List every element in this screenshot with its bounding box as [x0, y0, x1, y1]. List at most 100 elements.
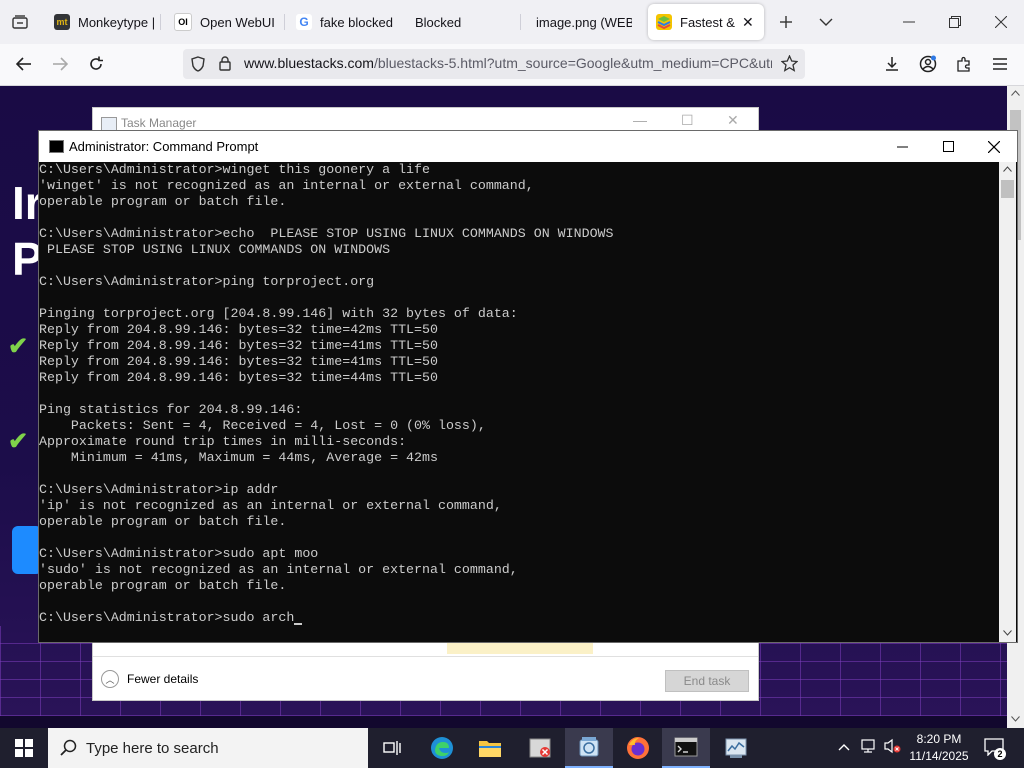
tm-minimize-icon[interactable]: — [633, 112, 647, 128]
taskbar-clock[interactable]: 8:20 PM 11/14/2025 [904, 731, 974, 765]
terminal-icon[interactable] [662, 728, 710, 768]
cmd-title-bar[interactable]: Administrator: Command Prompt [39, 131, 1017, 162]
tm-highlight-cell [447, 642, 593, 654]
start-button[interactable] [0, 728, 48, 768]
edge-icon[interactable] [418, 728, 466, 768]
menu-icon[interactable] [985, 50, 1015, 78]
cmd-scrollbar[interactable] [999, 162, 1016, 642]
console-line: Packets: Sent = 4, Received = 4, Lost = … [39, 418, 486, 433]
tm-maximize-icon[interactable]: ☐ [681, 112, 694, 129]
task-manager-icon [101, 117, 117, 131]
clock-time: 8:20 PM [916, 732, 962, 746]
network-icon[interactable] [860, 738, 878, 757]
firefox-icon[interactable] [614, 728, 662, 768]
task-view-icon[interactable] [368, 728, 416, 768]
console-line: Pinging torproject.org [204.8.99.146] wi… [39, 306, 518, 321]
fewer-details-button[interactable]: ︿ Fewer details [101, 670, 198, 688]
scroll-down-icon[interactable] [1003, 630, 1012, 636]
console-output[interactable]: C:\Users\Administrator>winget this goone… [39, 162, 999, 642]
cmd-minimize-icon[interactable] [879, 131, 925, 162]
tracking-protection-shield-icon[interactable] [191, 56, 205, 77]
search-placeholder: Type here to search [86, 739, 219, 757]
minimize-window-icon[interactable] [886, 0, 932, 44]
console-line: C:\Users\Administrator>ping torproject.o… [39, 274, 375, 289]
scroll-up-icon[interactable] [1011, 90, 1020, 96]
scroll-down-icon[interactable] [1011, 716, 1020, 722]
task-manager-title: Task Manager [121, 116, 197, 130]
task-manager-icon[interactable] [712, 728, 760, 768]
console-line: C:\Users\Administrator>sudo arch [39, 610, 999, 626]
search-icon [60, 739, 77, 756]
tab-overview-icon[interactable] [0, 0, 40, 44]
volume-muted-icon[interactable] [884, 738, 902, 757]
taskbar-search-box[interactable]: Type here to search [48, 728, 368, 768]
app-icon-2[interactable] [565, 728, 613, 768]
url-domain: www.bluestacks.com [244, 55, 374, 71]
cmd-title: Administrator: Command Prompt [69, 139, 259, 154]
tab-image-png[interactable]: image.png (WEBP [536, 0, 632, 44]
tab-label: Blocked [415, 14, 462, 30]
cmd-scrollbar-thumb[interactable] [1001, 180, 1014, 198]
tab-label: fake blocked p [320, 14, 396, 30]
cmd-close-icon[interactable] [971, 131, 1017, 162]
checkmark-icon: ✔ [8, 428, 29, 455]
console-line: operable program or batch file. [39, 578, 287, 593]
task-manager-footer: ︿ Fewer details End task [93, 656, 758, 701]
url-text: www.bluestacks.com/bluestacks-5.html?utm… [244, 55, 772, 71]
tab-blocked[interactable]: Blocked [415, 0, 515, 44]
clock-date: 11/14/2025 [909, 749, 969, 763]
end-task-button[interactable]: End task [665, 670, 749, 692]
tab-open-webui[interactable]: OI Open WebUI [174, 0, 284, 44]
back-icon[interactable] [9, 50, 39, 78]
windows-logo-icon [15, 739, 33, 757]
downloads-icon[interactable] [877, 50, 907, 78]
list-tabs-chevron-icon[interactable] [803, 0, 849, 44]
console-line: Ping statistics for 204.8.99.146: [39, 402, 303, 417]
browser-nav-bar: www.bluestacks.com/bluestacks-5.html?utm… [0, 44, 1024, 86]
console-line: Reply from 204.8.99.146: bytes=32 time=4… [39, 370, 438, 385]
url-path: /bluestacks-5.html?utm_source=Google&utm… [373, 55, 772, 71]
console-line: 'winget' is not recognized as an interna… [39, 178, 534, 193]
file-explorer-icon[interactable] [466, 728, 514, 768]
lock-icon[interactable] [219, 56, 231, 76]
console-line: Approximate round trip times in milli-se… [39, 434, 407, 449]
forward-icon[interactable] [45, 50, 75, 78]
app-icon[interactable] [516, 728, 564, 768]
console-line: operable program or batch file. [39, 514, 287, 529]
cmd-maximize-icon[interactable] [925, 131, 971, 162]
show-hidden-icons-icon[interactable] [838, 738, 850, 754]
browser-tab-bar: mt Monkeytype | OI Open WebUI G fake blo… [0, 0, 1024, 44]
console-line: Reply from 204.8.99.146: bytes=32 time=4… [39, 354, 438, 369]
url-bar[interactable]: www.bluestacks.com/bluestacks-5.html?utm… [183, 49, 805, 79]
console-line: 'sudo' is not recognized as an internal … [39, 562, 518, 577]
bookmark-star-icon[interactable] [780, 54, 799, 77]
bluestacks-icon [656, 14, 672, 30]
console-line: Reply from 204.8.99.146: bytes=32 time=4… [39, 322, 438, 337]
console-line: C:\Users\Administrator>ip addr [39, 482, 279, 497]
reload-icon[interactable] [81, 50, 111, 78]
command-prompt-window: Administrator: Command Prompt C:\Users\A… [38, 130, 1018, 643]
fewer-details-label: Fewer details [127, 672, 199, 686]
tm-close-icon[interactable]: ✕ [727, 112, 739, 129]
account-icon[interactable] [913, 50, 943, 78]
notification-icon[interactable]: 2 [984, 738, 1006, 760]
tab-google-search[interactable]: G fake blocked p [296, 0, 396, 44]
tab-label: Open WebUI [200, 14, 275, 30]
console-line: operable program or batch file. [39, 194, 287, 209]
extensions-icon[interactable] [949, 50, 979, 78]
open-webui-icon: OI [174, 13, 192, 31]
restore-window-icon[interactable] [932, 0, 978, 44]
scroll-up-icon[interactable] [1003, 166, 1012, 172]
console-line: Minimum = 41ms, Maximum = 44ms, Average … [39, 450, 438, 465]
tab-bluestacks[interactable]: Fastest & Li ✕ [648, 4, 764, 40]
console-line: Reply from 204.8.99.146: bytes=32 time=4… [39, 338, 438, 353]
close-window-icon[interactable] [978, 0, 1024, 44]
tab-monkeytype[interactable]: mt Monkeytype | [54, 0, 154, 44]
tab-label: Fastest & Li [680, 14, 736, 30]
close-tab-icon[interactable]: ✕ [742, 14, 754, 31]
checkmark-icon: ✔ [8, 333, 29, 360]
